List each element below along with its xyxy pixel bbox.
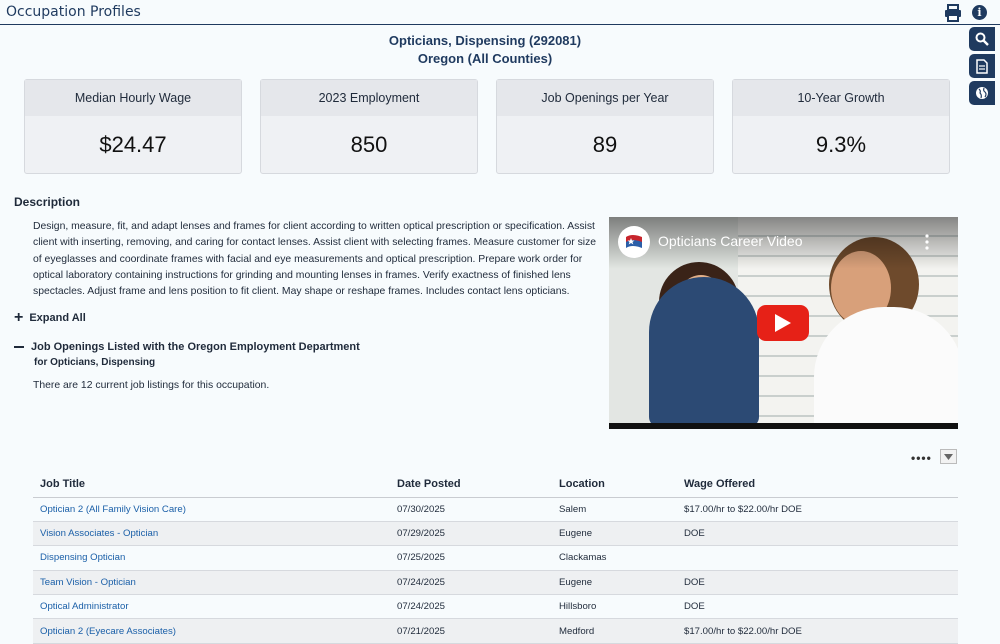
table-row: Dispensing Optician 07/25/2025 Clackamas bbox=[33, 545, 958, 571]
wage-cell: DOE bbox=[677, 521, 958, 547]
wage-cell: DOE bbox=[677, 594, 958, 620]
date-cell: 07/24/2025 bbox=[390, 594, 552, 620]
job-openings-heading: Job Openings Listed with the Oregon Empl… bbox=[31, 341, 360, 353]
stat-value: $24.47 bbox=[99, 132, 167, 157]
search-icon bbox=[975, 32, 989, 46]
search-button[interactable] bbox=[969, 27, 995, 51]
date-cell: 07/21/2025 bbox=[390, 618, 552, 644]
stat-value: 89 bbox=[592, 132, 618, 157]
table-row: Optical Administrator 07/24/2025 Hillsbo… bbox=[33, 594, 958, 620]
document-button[interactable] bbox=[969, 54, 995, 78]
more-vertical-icon[interactable] bbox=[925, 234, 929, 250]
location-cell: Medford bbox=[552, 618, 677, 644]
location-cell: Eugene bbox=[552, 570, 677, 596]
job-title-cell: Optician 2 (Eyecare Associates) bbox=[33, 618, 390, 644]
top-bar: Occupation Profiles i bbox=[0, 0, 1000, 25]
wage-cell: $17.00/hr to $22.00/hr DOE bbox=[677, 497, 958, 522]
play-button[interactable] bbox=[757, 305, 809, 341]
career-video-player[interactable]: Opticians Career Video bbox=[609, 217, 958, 429]
minus-icon bbox=[14, 346, 24, 348]
stat-value: 850 bbox=[350, 132, 388, 157]
stat-label: Job Openings per Year bbox=[497, 80, 713, 116]
video-bottom-bar bbox=[609, 423, 958, 429]
stat-label: 10-Year Growth bbox=[733, 80, 949, 116]
table-row: Vision Associates - Optician 07/29/2025 … bbox=[33, 521, 958, 547]
table-header-row: Job Title Date Posted Location Wage Offe… bbox=[33, 472, 958, 498]
channel-logo[interactable] bbox=[618, 226, 650, 258]
globe-icon bbox=[976, 87, 988, 99]
job-title-cell: Dispensing Optician bbox=[33, 545, 390, 571]
job-title-link[interactable]: Vision Associates - Optician bbox=[40, 528, 158, 539]
stat-card-median-wage: Median Hourly Wage $24.47 bbox=[24, 79, 242, 174]
job-listings-table: Job Title Date Posted Location Wage Offe… bbox=[33, 472, 958, 644]
plus-icon: + bbox=[14, 309, 24, 326]
stat-card-growth: 10-Year Growth 9.3% bbox=[732, 79, 950, 174]
location-cell: Salem bbox=[552, 497, 677, 522]
job-title-link[interactable]: Team Vision - Optician bbox=[40, 577, 136, 588]
video-title: Opticians Career Video bbox=[658, 233, 803, 249]
wage-cell bbox=[677, 545, 958, 571]
table-options-dropdown[interactable] bbox=[940, 449, 957, 464]
table-row: Optician 2 (All Family Vision Care) 07/3… bbox=[33, 497, 958, 522]
column-header-date-posted[interactable]: Date Posted bbox=[390, 472, 552, 498]
play-icon bbox=[775, 314, 791, 332]
page-title: Occupation Profiles bbox=[6, 4, 141, 20]
date-cell: 07/30/2025 bbox=[390, 497, 552, 522]
column-header-location[interactable]: Location bbox=[552, 472, 677, 498]
info-icon[interactable]: i bbox=[972, 5, 987, 20]
wage-cell: DOE bbox=[677, 570, 958, 596]
location-cell: Clackamas bbox=[552, 545, 677, 571]
job-title-cell: Vision Associates - Optician bbox=[33, 521, 390, 547]
flag-logo-icon bbox=[626, 235, 642, 248]
job-title-cell: Optician 2 (All Family Vision Care) bbox=[33, 497, 390, 522]
expand-all-toggle[interactable]: + Expand All bbox=[14, 309, 86, 326]
location-cell: Hillsboro bbox=[552, 594, 677, 620]
date-cell: 07/24/2025 bbox=[390, 570, 552, 596]
description-text: Design, measure, fit, and adapt lenses a… bbox=[33, 221, 597, 298]
job-listings-count: There are 12 current job listings for th… bbox=[33, 380, 270, 391]
video-figure bbox=[814, 307, 958, 429]
stat-card-job-openings: Job Openings per Year 89 bbox=[496, 79, 714, 174]
expand-all-label: Expand All bbox=[29, 312, 86, 324]
job-openings-subheading: for Opticians, Dispensing bbox=[34, 357, 156, 368]
stat-value: 9.3% bbox=[815, 132, 867, 157]
document-icon bbox=[976, 58, 988, 74]
more-horizontal-icon[interactable]: •••• bbox=[911, 451, 932, 465]
video-figure bbox=[649, 277, 759, 427]
date-cell: 07/25/2025 bbox=[390, 545, 552, 571]
date-cell: 07/29/2025 bbox=[390, 521, 552, 547]
column-header-job-title[interactable]: Job Title bbox=[33, 472, 390, 498]
table-row: Team Vision - Optician 07/24/2025 Eugene… bbox=[33, 570, 958, 596]
side-toolbar bbox=[969, 27, 995, 108]
job-title-link[interactable]: Optician 2 (Eyecare Associates) bbox=[40, 626, 176, 637]
wage-cell: $17.00/hr to $22.00/hr DOE bbox=[677, 618, 958, 644]
print-icon[interactable] bbox=[944, 4, 962, 22]
location-cell: Eugene bbox=[552, 521, 677, 547]
job-openings-toggle[interactable]: Job Openings Listed with the Oregon Empl… bbox=[14, 341, 360, 353]
occupation-region: Oregon (All Counties) bbox=[417, 51, 553, 66]
table-row: Optician 2 (Eyecare Associates) 07/21/20… bbox=[33, 618, 958, 644]
stat-card-employment: 2023 Employment 850 bbox=[260, 79, 478, 174]
stat-label: 2023 Employment bbox=[261, 80, 477, 116]
job-title-cell: Team Vision - Optician bbox=[33, 570, 390, 596]
description-heading: Description bbox=[14, 195, 81, 209]
occupation-title: Opticians, Dispensing (292081) bbox=[388, 33, 582, 48]
globe-button[interactable] bbox=[969, 81, 995, 105]
column-header-wage-offered[interactable]: Wage Offered bbox=[677, 472, 958, 498]
stat-label: Median Hourly Wage bbox=[25, 80, 241, 116]
job-title-link[interactable]: Optical Administrator bbox=[40, 601, 129, 612]
job-title-link[interactable]: Dispensing Optician bbox=[40, 552, 125, 563]
job-title-link[interactable]: Optician 2 (All Family Vision Care) bbox=[40, 504, 186, 515]
chevron-down-icon bbox=[944, 453, 953, 460]
job-title-cell: Optical Administrator bbox=[33, 594, 390, 620]
